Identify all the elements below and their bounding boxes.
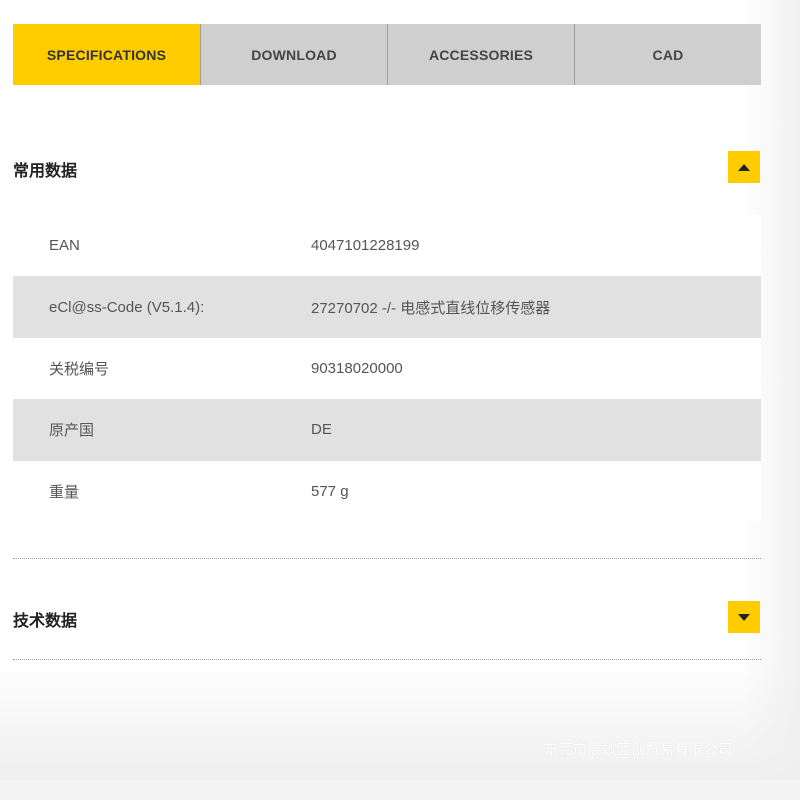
technical-section-title[interactable]: 技术数据 (13, 607, 77, 631)
spec-table: EAN 4047101228199 eCl@ss-Code (V5.1.4): … (13, 215, 761, 522)
table-row: 重量 577 g (13, 460, 761, 522)
tab-bar: SPECIFICATIONS DOWNLOAD ACCESSORIES CAD (13, 24, 761, 85)
technical-section-toggle[interactable] (728, 601, 760, 633)
footer-strip (0, 780, 800, 800)
table-row: 原产国 DE (13, 399, 761, 461)
spec-value: 27270702 -/- 电感式直线位移传感器 (311, 299, 551, 317)
spec-key: 重量 (49, 483, 80, 501)
tab-accessories[interactable]: ACCESSORIES (387, 24, 574, 85)
spec-value: 90318020000 (311, 359, 403, 377)
spec-key: 关税编号 (49, 360, 110, 378)
spec-key: eCl@ss-Code (V5.1.4): (49, 298, 205, 316)
general-section-toggle[interactable] (728, 151, 760, 183)
table-row: EAN 4047101228199 (13, 215, 761, 277)
spec-value: 4047101228199 (311, 237, 420, 255)
table-row: 关税编号 90318020000 (13, 337, 761, 400)
tab-specifications[interactable]: SPECIFICATIONS (13, 24, 200, 85)
chevron-down-icon (738, 613, 750, 621)
general-section-title[interactable]: 常用数据 (13, 157, 77, 181)
spec-key: 原产国 (49, 422, 95, 440)
table-row: eCl@ss-Code (V5.1.4): 27270702 -/- 电感式直线… (13, 276, 761, 338)
tab-cad[interactable]: CAD (574, 24, 761, 85)
bottom-shade (0, 660, 800, 780)
watermark-text: 东莞市展妙蓝创贸易有限公司 (544, 741, 733, 757)
chevron-up-icon (738, 163, 750, 171)
section-divider (13, 659, 761, 660)
spec-value: 577 g (311, 482, 349, 500)
tab-download[interactable]: DOWNLOAD (200, 24, 387, 85)
spec-value: DE (311, 421, 332, 439)
section-divider (13, 558, 761, 559)
spec-key: EAN (49, 237, 80, 255)
